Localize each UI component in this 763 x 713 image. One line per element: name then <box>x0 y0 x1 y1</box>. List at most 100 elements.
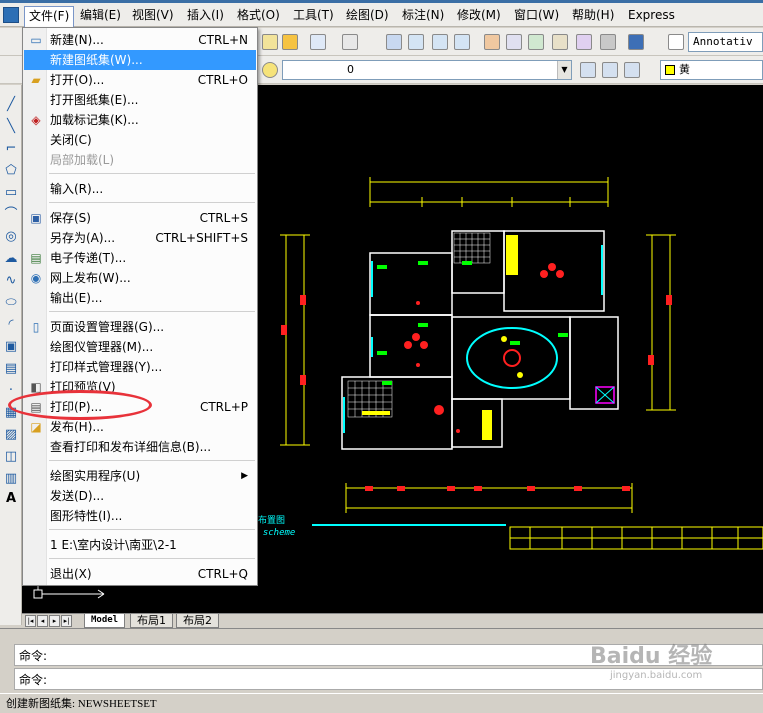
menu-edit[interactable]: 编辑(E) <box>76 6 125 24</box>
menu-dimension[interactable]: 标注(N) <box>398 6 448 24</box>
line-icon[interactable]: ╱ <box>3 97 19 113</box>
revision-cloud-icon[interactable]: ☁ <box>3 251 19 267</box>
menu-insert[interactable]: 插入(I) <box>183 6 228 24</box>
menu-item-open[interactable]: ▰ 打开(O)... CTRL+O <box>24 70 256 90</box>
make-current-icon[interactable] <box>624 62 640 78</box>
text-style-icon[interactable] <box>668 34 684 50</box>
menu-separator <box>49 558 255 559</box>
design-center-icon[interactable] <box>506 34 522 50</box>
menu-item-save-as[interactable]: 另存为(A)... CTRL+SHIFT+S <box>24 228 256 248</box>
polyline-icon[interactable]: ⌐ <box>3 141 19 157</box>
pan-icon[interactable] <box>386 34 402 50</box>
menu-file[interactable]: 文件(F) <box>24 6 75 27</box>
menu-window[interactable]: 窗口(W) <box>510 6 563 24</box>
tool-palettes-icon[interactable] <box>528 34 544 50</box>
ellipse-icon[interactable]: ⬭ <box>3 295 19 311</box>
circle-icon[interactable]: ◎ <box>3 229 19 245</box>
menu-item-plot-style-manager[interactable]: 打印样式管理器(Y)... <box>24 357 256 377</box>
etransmit-icon: ▤ <box>30 251 42 265</box>
menu-item-page-setup[interactable]: ▯ 页面设置管理器(G)... <box>24 317 256 337</box>
folder-open-icon: ▰ <box>31 73 41 87</box>
layer-previous-icon[interactable] <box>580 62 596 78</box>
match-properties-icon[interactable] <box>262 34 278 50</box>
construction-line-icon[interactable]: ╲ <box>3 119 19 135</box>
file-menu: ▭ 新建(N)... CTRL+N 新建图纸集(W)... ▰ 打开(O)...… <box>22 27 258 586</box>
annotation-circle <box>8 390 152 420</box>
tab-last-icon[interactable]: ▸| <box>61 615 72 627</box>
tab-next-icon[interactable]: ▸ <box>49 615 60 627</box>
ellipse-arc-icon[interactable]: ◜ <box>3 317 19 333</box>
menu-format[interactable]: 格式(O) <box>233 6 284 24</box>
make-block-icon[interactable]: ▤ <box>3 361 19 377</box>
layer-combo[interactable]: 0 ▼ <box>282 60 572 80</box>
menu-item-new-sheet-set[interactable]: 新建图纸集(W)... <box>24 50 256 70</box>
menu-item-close[interactable]: 关闭(C) <box>24 130 256 150</box>
watermark: Baidu 经验 jingyan.baidu.com <box>590 644 713 681</box>
chevron-down-icon[interactable]: ▼ <box>557 61 571 79</box>
menu-item-exit[interactable]: 退出(X) CTRL+Q <box>24 564 256 584</box>
menu-separator <box>49 529 255 530</box>
submenu-arrow-icon: ▶ <box>241 471 248 481</box>
rectangle-icon[interactable]: ▭ <box>3 185 19 201</box>
brush-icon[interactable] <box>282 34 298 50</box>
help-icon[interactable] <box>628 34 644 50</box>
arc-icon[interactable]: ⌒ <box>3 207 19 223</box>
status-bar: 创建新图纸集: NEWSHEETSET <box>0 693 763 713</box>
gradient-icon[interactable]: ▨ <box>3 427 19 443</box>
redo-icon[interactable] <box>342 34 358 50</box>
menu-item-import[interactable]: 输入(R)... <box>24 179 256 199</box>
menu-item-etransmit[interactable]: ▤ 电子传递(T)... <box>24 248 256 268</box>
menu-view[interactable]: 视图(V) <box>128 6 178 24</box>
drawing-caption-en: n scheme <box>252 528 296 538</box>
menu-separator <box>49 202 255 203</box>
menu-draw[interactable]: 绘图(D) <box>342 6 393 24</box>
markup-set-icon: ◈ <box>31 113 41 127</box>
multiline-text-icon[interactable]: A <box>3 491 19 507</box>
insert-block-icon[interactable]: ▣ <box>3 339 19 355</box>
menu-item-open-sheet-set[interactable]: 打开图纸集(E)... <box>24 90 256 110</box>
menu-item-drawing-utilities[interactable]: 绘图实用程序(U) ▶ <box>24 466 256 486</box>
tab-model[interactable]: Model <box>84 614 126 628</box>
menu-help[interactable]: 帮助(H) <box>568 6 618 24</box>
menu-tools[interactable]: 工具(T) <box>289 6 338 24</box>
menu-item-load-markup[interactable]: ◈ 加载标记集(K)... <box>24 110 256 130</box>
menu-separator <box>49 460 255 461</box>
tab-first-icon[interactable]: |◂ <box>25 615 36 627</box>
menu-bar: 文件(F) 编辑(E) 视图(V) 插入(I) 格式(O) 工具(T) 绘图(D… <box>0 3 763 27</box>
layer-states-icon[interactable] <box>602 62 618 78</box>
tab-prev-icon[interactable]: ◂ <box>37 615 48 627</box>
layer-on-icon[interactable] <box>262 62 278 78</box>
polygon-icon[interactable]: ⬠ <box>3 163 19 179</box>
menu-express[interactable]: Express <box>624 6 679 24</box>
menu-item-recent-file[interactable]: 1 E:\室内设计\南亚\2-1 <box>24 535 256 555</box>
color-combo[interactable]: 黄 <box>660 60 763 80</box>
menu-item-send[interactable]: 发送(D)... <box>24 486 256 506</box>
sheet-set-icon[interactable] <box>552 34 568 50</box>
undo-icon[interactable] <box>310 34 326 50</box>
calculator-icon[interactable] <box>600 34 616 50</box>
region-icon[interactable]: ◫ <box>3 449 19 465</box>
text-style-combo[interactable]: Annotativ <box>688 32 763 52</box>
tab-layout2[interactable]: 布局2 <box>176 614 219 628</box>
menu-item-publish[interactable]: ◪ 发布(H)... <box>24 417 256 437</box>
app-icon[interactable] <box>3 7 19 23</box>
markup-icon[interactable] <box>576 34 592 50</box>
tab-layout1[interactable]: 布局1 <box>130 614 173 628</box>
zoom-previous-icon[interactable] <box>454 34 470 50</box>
menu-modify[interactable]: 修改(M) <box>453 6 505 24</box>
properties-icon[interactable] <box>484 34 500 50</box>
menu-item-new[interactable]: ▭ 新建(N)... CTRL+N <box>24 30 256 50</box>
menu-item-export[interactable]: 输出(E)... <box>24 288 256 308</box>
spline-icon[interactable]: ∿ <box>3 273 19 289</box>
table-icon[interactable]: ▥ <box>3 471 19 487</box>
menu-item-properties[interactable]: 图形特性(I)... <box>24 506 256 526</box>
zoom-realtime-icon[interactable] <box>408 34 424 50</box>
menu-separator <box>49 311 255 312</box>
menu-item-publish-web[interactable]: ◉ 网上发布(W)... <box>24 268 256 288</box>
save-icon: ▣ <box>30 211 42 225</box>
menu-item-plotter-manager[interactable]: 绘图仪管理器(M)... <box>24 337 256 357</box>
zoom-window-icon[interactable] <box>432 34 448 50</box>
menu-item-save[interactable]: ▣ 保存(S) CTRL+S <box>24 208 256 228</box>
publish-icon: ◪ <box>30 420 42 434</box>
menu-item-plot-details[interactable]: 查看打印和发布详细信息(B)... <box>24 437 256 457</box>
